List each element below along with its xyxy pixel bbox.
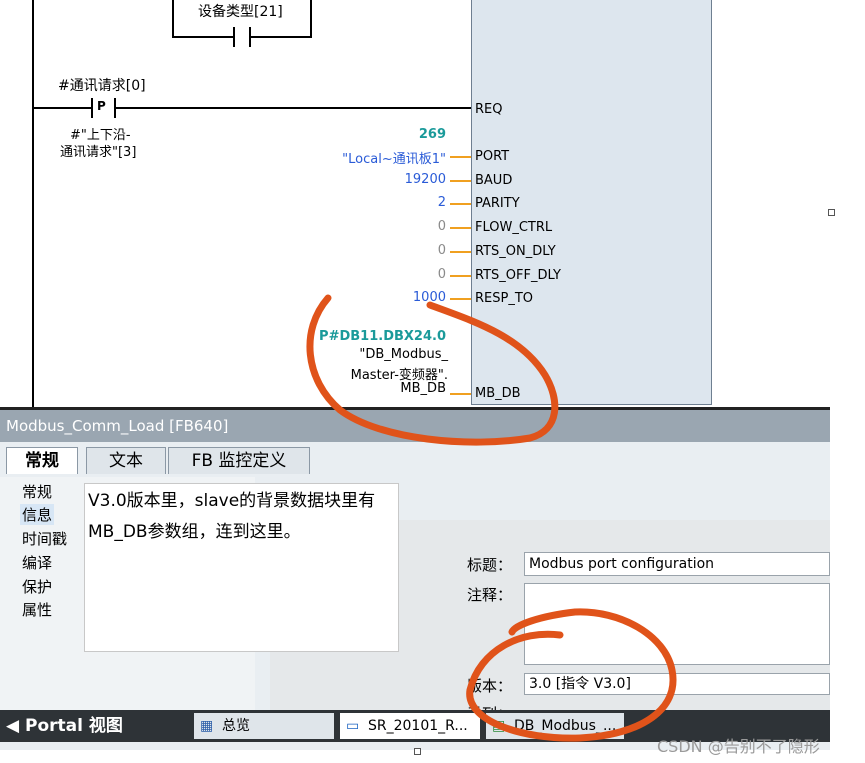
- annotation-circle-mbdb: [306, 294, 559, 446]
- annotation-circle-version: [466, 608, 677, 742]
- csdn-watermark: CSDN @告别不了隐形: [657, 737, 820, 756]
- annotation-scribbles: [306, 294, 677, 742]
